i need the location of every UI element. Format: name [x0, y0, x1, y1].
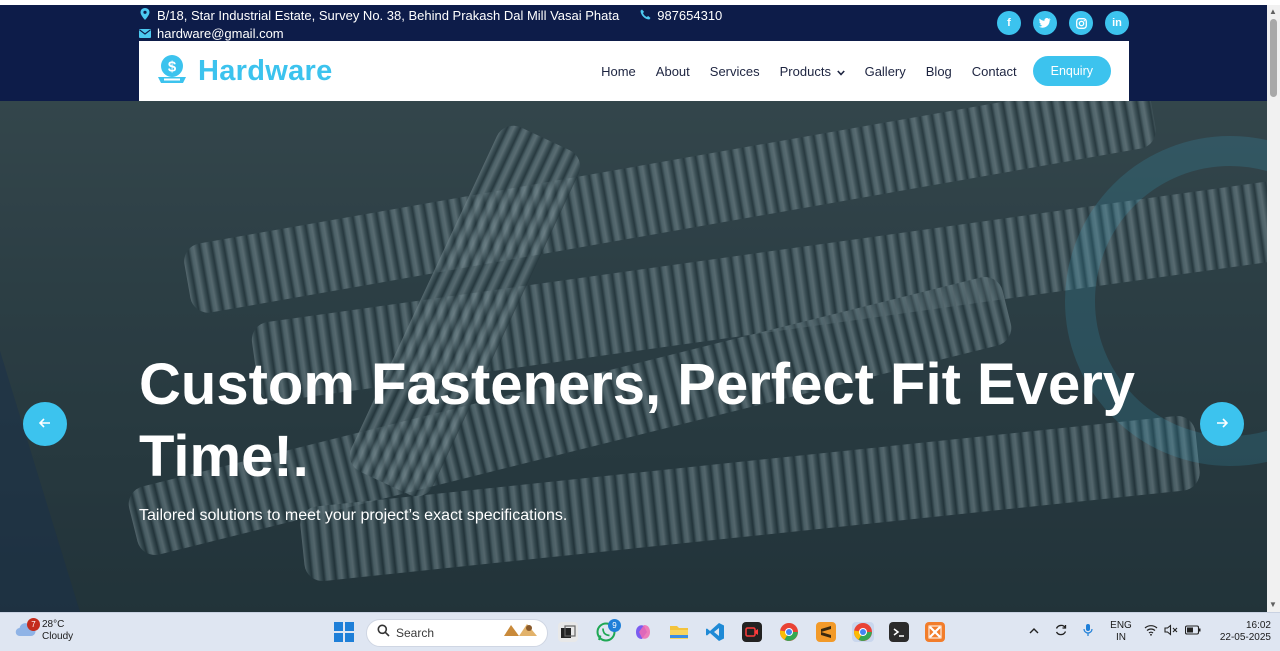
address-line: B/18, Star Industrial Estate, Survey No.…: [139, 8, 722, 23]
wifi-icon[interactable]: [1144, 624, 1158, 640]
twitter-icon[interactable]: [1033, 11, 1057, 35]
microphone-icon[interactable]: [1083, 623, 1093, 641]
chevron-down-icon: [836, 68, 845, 78]
address-text: B/18, Star Industrial Estate, Survey No.…: [157, 8, 620, 23]
social-links: f in: [997, 11, 1129, 35]
file-explorer-icon[interactable]: [669, 622, 689, 642]
nav-products[interactable]: Products: [780, 64, 845, 79]
facebook-icon[interactable]: f: [997, 11, 1021, 35]
recorder-icon[interactable]: [742, 622, 762, 642]
xampp-icon[interactable]: [925, 622, 945, 642]
hero-slider: Custom Fasteners, Perfect Fit Every Time…: [0, 101, 1267, 612]
copilot-icon[interactable]: [633, 622, 653, 642]
phone-icon: [639, 9, 651, 23]
volume-muted-icon[interactable]: [1164, 624, 1178, 640]
nav-contact[interactable]: Contact: [972, 64, 1017, 79]
terminal-icon[interactable]: [889, 622, 909, 642]
weather-condition: Cloudy: [42, 631, 74, 642]
svg-text:$: $: [168, 59, 177, 76]
nav-products-label: Products: [779, 63, 831, 79]
nav-menu: Home About Services Products Gallery Blo…: [581, 56, 1111, 86]
webpage: B/18, Star Industrial Estate, Survey No.…: [0, 5, 1267, 612]
language-indicator[interactable]: ENG IN: [1108, 620, 1134, 644]
nav-blog[interactable]: Blog: [926, 64, 952, 79]
sublime-text-icon[interactable]: [816, 622, 836, 642]
instagram-icon[interactable]: [1069, 11, 1093, 35]
chrome-active-icon[interactable]: [852, 622, 874, 642]
money-bag-icon: $: [156, 53, 188, 90]
windows-taskbar: 7 28°C Cloudy Search 9 ENG IN 16:02 22-0…: [0, 612, 1280, 651]
chevron-up-icon[interactable]: [1029, 625, 1039, 637]
email-line: hardware@gmail.com: [139, 26, 284, 41]
weather-temp: 28°C: [42, 619, 65, 630]
battery-icon[interactable]: [1184, 625, 1201, 639]
email-text[interactable]: hardware@gmail.com: [157, 26, 284, 41]
hero-subtitle: Tailored solutions to meet your project’…: [139, 507, 568, 524]
search-label: Search: [396, 626, 435, 640]
nav-gallery[interactable]: Gallery: [865, 64, 906, 79]
slider-prev-button[interactable]: [23, 402, 67, 446]
brand-name: Hardware: [198, 55, 333, 87]
clock[interactable]: 16:02 22-05-2025: [1207, 620, 1271, 644]
search-icon: [377, 624, 390, 642]
top-info-bar: B/18, Star Industrial Estate, Survey No.…: [0, 5, 1267, 101]
vertical-scrollbar[interactable]: ▲ ▼: [1267, 5, 1280, 612]
language-code: ENG: [1110, 620, 1132, 631]
hero-title: Custom Fasteners, Perfect Fit Every Time…: [139, 352, 1136, 489]
brand-logo[interactable]: $ Hardware: [156, 53, 333, 90]
task-view-icon[interactable]: [558, 622, 578, 642]
nav-services[interactable]: Services: [710, 64, 760, 79]
clock-time: 16:02: [1245, 620, 1271, 631]
envelope-icon: [139, 27, 151, 41]
language-region: IN: [1116, 632, 1126, 643]
vscode-icon[interactable]: [705, 622, 725, 642]
phone-text[interactable]: 987654310: [657, 8, 722, 23]
arrow-left-icon: [38, 415, 51, 433]
nav-home[interactable]: Home: [601, 64, 636, 79]
chrome-icon[interactable]: [779, 622, 799, 642]
arrow-right-icon: [1216, 415, 1229, 433]
scroll-down-icon[interactable]: ▼: [1269, 600, 1277, 609]
map-pin-icon: [139, 8, 151, 23]
slider-next-button[interactable]: [1200, 402, 1244, 446]
scrollbar-thumb[interactable]: [1270, 19, 1277, 97]
windows-start-icon[interactable]: [334, 622, 354, 642]
nav-about[interactable]: About: [656, 64, 690, 79]
search-highlight-icon: [501, 622, 541, 645]
taskbar-search[interactable]: Search: [366, 619, 548, 647]
main-navbar: $ Hardware Home About Services Products: [139, 41, 1129, 101]
weather-widget[interactable]: 7 28°C Cloudy: [14, 618, 74, 643]
enquiry-button[interactable]: Enquiry: [1032, 56, 1111, 86]
weather-badge: 7: [27, 618, 40, 631]
sync-icon[interactable]: [1054, 623, 1068, 641]
whatsapp-badge: 9: [608, 619, 621, 632]
linkedin-icon[interactable]: in: [1105, 11, 1129, 35]
scroll-up-icon[interactable]: ▲: [1269, 7, 1277, 16]
clock-date: 22-05-2025: [1219, 632, 1271, 643]
